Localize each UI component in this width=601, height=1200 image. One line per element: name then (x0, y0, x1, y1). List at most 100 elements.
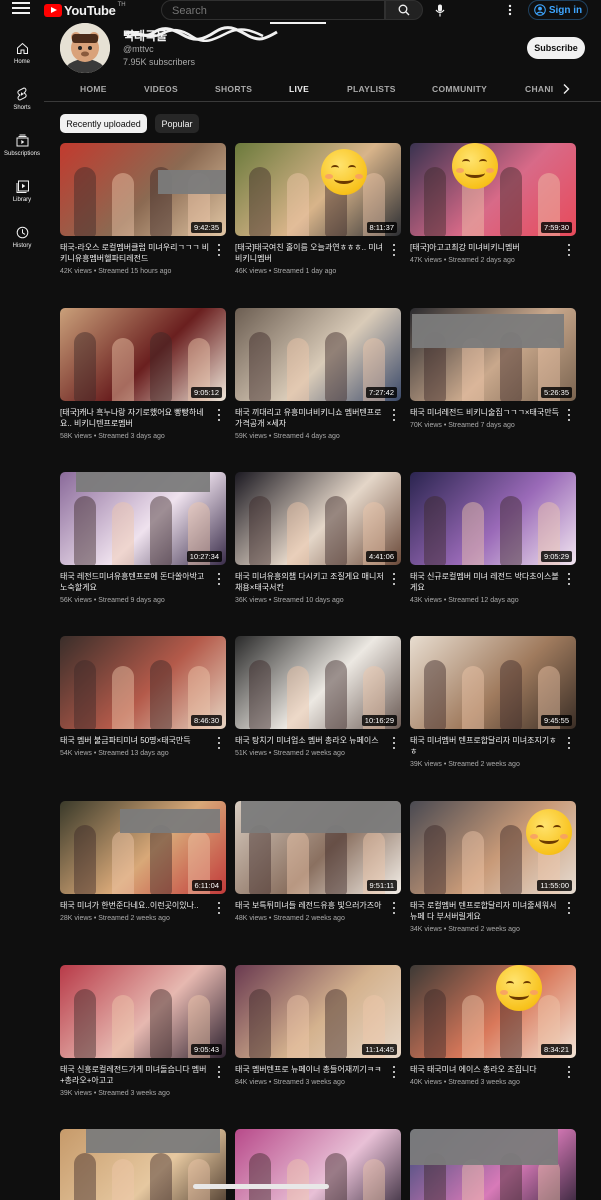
sign-in-button[interactable]: Sign in (528, 0, 588, 20)
video-title[interactable]: [태국]태국여친 홀이름 오늘과연ㅎㅎㅎ.. 미녀 비키니멤버 (235, 242, 385, 264)
video-card[interactable]: 9:05:29 태국 신규로컬멤버 미녀 레전드 박다초이스볼게요 43K view… (410, 472, 576, 604)
video-title[interactable]: 태국 미녀가 한번준다네요..이런곳이있나.. (60, 900, 210, 911)
channel-avatar[interactable] (60, 23, 110, 73)
video-card[interactable]: 8:11:37 [태국]태국여친 홀이름 오늘과연ㅎㅎㅎ.. 미녀 비키니멤버 46… (235, 143, 401, 275)
video-title[interactable]: 태국 끼대리고 유흥미녀비키니쇼 멤버텐프로 가격공개 ×세자 (235, 407, 385, 429)
video-title[interactable]: 태국 미녀레전드 비키니술집ㄱㄱㄱ×태국만득 (410, 407, 560, 418)
video-thumbnail[interactable]: 7:27:42 (235, 308, 401, 401)
video-title[interactable]: [태국]캐나 흑누나랑 자기로했어요 빵빵하네요.. 비키니텐프로멤버 (60, 407, 210, 429)
video-more-icon[interactable] (565, 573, 573, 585)
video-thumbnail[interactable]: 9:42:35 (60, 143, 226, 236)
tab-home[interactable]: HOME (80, 84, 107, 94)
video-title[interactable]: 태국 탕치기 미녀업소 멤버 총라오 뉴페이스 (235, 735, 385, 746)
video-thumbnail[interactable]: 9:05:12 (60, 308, 226, 401)
video-thumbnail[interactable]: 7:59:30 (410, 143, 576, 236)
video-title[interactable]: 태국 멤버텐프로 뉴페이너 총들어재끼기ㅋㅋ (235, 1064, 385, 1075)
settings-more-button[interactable] (502, 0, 518, 20)
sidebar-item-shorts[interactable]: Shorts (0, 76, 44, 122)
video-card[interactable]: 8:34:21 태국 태국미녀 에이스 총라오 조집니다 40K views • S… (410, 965, 576, 1086)
tab-community[interactable]: COMMUNITY (432, 84, 487, 94)
tab-shorts[interactable]: SHORTS (215, 84, 252, 94)
video-thumbnail[interactable] (410, 1129, 576, 1200)
video-more-icon[interactable] (215, 902, 223, 914)
video-thumbnail[interactable] (60, 1129, 226, 1200)
video-card[interactable]: 4:41:06 태국 미녀유흥의챔 다시키고 조질게요 매니저 채용×태국서칸 36… (235, 472, 401, 604)
search-button[interactable] (385, 0, 423, 20)
video-thumbnail[interactable]: 11:14:45 (235, 965, 401, 1058)
video-thumbnail[interactable]: 6:11:04 (60, 801, 226, 894)
video-more-icon[interactable] (390, 244, 398, 256)
sidebar-item-subscriptions[interactable]: Subscriptions (0, 122, 44, 168)
video-thumbnail[interactable] (235, 1129, 401, 1200)
video-card[interactable]: 9:42:35 태국-라오스 로컬멤버클럽 미녀우리ㄱㄱㄱ 비키니유흥멤버헬파티레… (60, 143, 226, 275)
chip-recently-uploaded[interactable]: Recently uploaded (60, 114, 147, 133)
video-more-icon[interactable] (565, 737, 573, 749)
video-thumbnail[interactable]: 9:51:11 (235, 801, 401, 894)
video-more-icon[interactable] (565, 409, 573, 421)
video-title[interactable]: 태국 신흥로컬레전드가게 미녀돌습니다 멤버 +총라오+아고고 (60, 1064, 210, 1086)
video-card[interactable]: 9:45:55 태국 미녀멤버 텐프로합달리자 미녀조지기ㅎㅎ 39K views … (410, 636, 576, 768)
tab-playlists[interactable]: PLAYLISTS (347, 84, 396, 94)
video-more-icon[interactable] (390, 1066, 398, 1078)
video-card[interactable]: 7:59:30 [태국]아고고최강 미녀비키니멤버 47K views • Stre… (410, 143, 576, 264)
video-card[interactable]: 7:27:42 태국 끼대리고 유흥미녀비키니쇼 멤버텐프로 가격공개 ×세자 59… (235, 308, 401, 440)
video-title[interactable]: 태국 레전드미녀유흥텐프로에 돈다쏠아박고 노숙할게요 (60, 571, 210, 593)
search-input[interactable] (162, 2, 384, 20)
video-title[interactable]: 태국 보특튀미녀들 레전드유흥 빛으러가즈아 (235, 900, 385, 911)
video-more-icon[interactable] (215, 409, 223, 421)
subscribe-button[interactable]: Subscribe (527, 37, 585, 59)
video-thumbnail[interactable]: 10:27:34 (60, 472, 226, 565)
video-title[interactable]: 태국 태국미녀 에이스 총라오 조집니다 (410, 1064, 560, 1075)
video-thumbnail[interactable]: 9:05:43 (60, 965, 226, 1058)
video-card[interactable]: 10:16:29 태국 탕치기 미녀업소 멤버 총라오 뉴페이스 51K views… (235, 636, 401, 757)
video-thumbnail[interactable]: 11:55:00 (410, 801, 576, 894)
video-title[interactable]: 태국 미녀멤버 텐프로합달리자 미녀조지기ㅎㅎ (410, 735, 560, 757)
video-card[interactable]: 9:51:11 태국 보특튀미녀들 레전드유흥 빛으러가즈아 48K views •… (235, 801, 401, 922)
video-more-icon[interactable] (390, 737, 398, 749)
tab-channels[interactable]: CHANI (525, 84, 553, 94)
tab-live[interactable]: LIVE (289, 84, 309, 94)
video-more-icon[interactable] (390, 573, 398, 585)
video-more-icon[interactable] (215, 573, 223, 585)
tab-videos[interactable]: VIDEOS (144, 84, 178, 94)
video-more-icon[interactable] (565, 1066, 573, 1078)
video-title[interactable]: 태국-라오스 로컬멤버클럽 미녀우리ㄱㄱㄱ 비키니유흥멤버헬파티레전드 (60, 242, 210, 264)
video-card[interactable]: 8:46:30 태국 멤버 불금파티미녀 50명×태국만득 54K views • … (60, 636, 226, 757)
video-card[interactable]: 11:55:00 태국 로컬멤버 텐프로합달리자 미녀줄세워서 뉴페 다 부서버릴… (410, 801, 576, 933)
video-thumbnail[interactable]: 4:41:06 (235, 472, 401, 565)
video-more-icon[interactable] (215, 244, 223, 256)
sidebar-item-library[interactable]: Library (0, 168, 44, 214)
video-card[interactable]: 9:05:12 [태국]캐나 흑누나랑 자기로했어요 빵빵하네요.. 비키니텐프로… (60, 308, 226, 440)
video-thumbnail[interactable]: 8:11:37 (235, 143, 401, 236)
video-card[interactable] (235, 1129, 401, 1200)
video-title[interactable]: 태국 로컬멤버 텐프로합달리자 미녀줄세워서 뉴페 다 부서버릴게요 (410, 900, 560, 922)
video-thumbnail[interactable]: 9:45:55 (410, 636, 576, 729)
video-card[interactable]: 5:26:35 태국 미녀레전드 비키니술집ㄱㄱㄱ×태국만득 70K views •… (410, 308, 576, 429)
video-thumbnail[interactable]: 8:34:21 (410, 965, 576, 1058)
sidebar-item-home[interactable]: Home (0, 30, 44, 76)
video-thumbnail[interactable]: 10:16:29 (235, 636, 401, 729)
video-title[interactable]: 태국 신규로컬멤버 미녀 레전드 박다초이스볼게요 (410, 571, 560, 593)
video-title[interactable]: 태국 미녀유흥의챔 다시키고 조질게요 매니저 채용×태국서칸 (235, 571, 385, 593)
video-more-icon[interactable] (215, 737, 223, 749)
chip-popular[interactable]: Popular (155, 114, 199, 133)
video-card[interactable]: 6:11:04 태국 미녀가 한번준다네요..이런곳이있나.. 28K views … (60, 801, 226, 922)
video-title[interactable]: [태국]아고고최강 미녀비키니멤버 (410, 242, 560, 253)
sidebar-item-history[interactable]: History (0, 214, 44, 260)
video-thumbnail[interactable]: 9:05:29 (410, 472, 576, 565)
voice-search-button[interactable] (430, 0, 450, 20)
chevron-right-icon[interactable] (562, 83, 570, 95)
video-more-icon[interactable] (565, 902, 573, 914)
video-more-icon[interactable] (215, 1066, 223, 1078)
video-more-icon[interactable] (390, 409, 398, 421)
video-title[interactable]: 태국 멤버 불금파티미녀 50명×태국만득 (60, 735, 210, 746)
video-card[interactable]: 11:14:45 태국 멤버텐프로 뉴페이너 총들어재끼기ㅋㅋ 84K views … (235, 965, 401, 1086)
video-card[interactable]: 9:05:43 태국 신흥로컬레전드가게 미녀돌습니다 멤버 +총라오+아고고 39… (60, 965, 226, 1097)
video-thumbnail[interactable]: 8:46:30 (60, 636, 226, 729)
video-card[interactable] (410, 1129, 576, 1200)
video-card[interactable] (60, 1129, 226, 1200)
video-thumbnail[interactable]: 5:26:35 (410, 308, 576, 401)
menu-icon[interactable] (12, 2, 30, 16)
video-card[interactable]: 10:27:34 태국 레전드미녀유흥텐프로에 돈다쏠아박고 노숙할게요 56K v… (60, 472, 226, 604)
video-more-icon[interactable] (390, 902, 398, 914)
